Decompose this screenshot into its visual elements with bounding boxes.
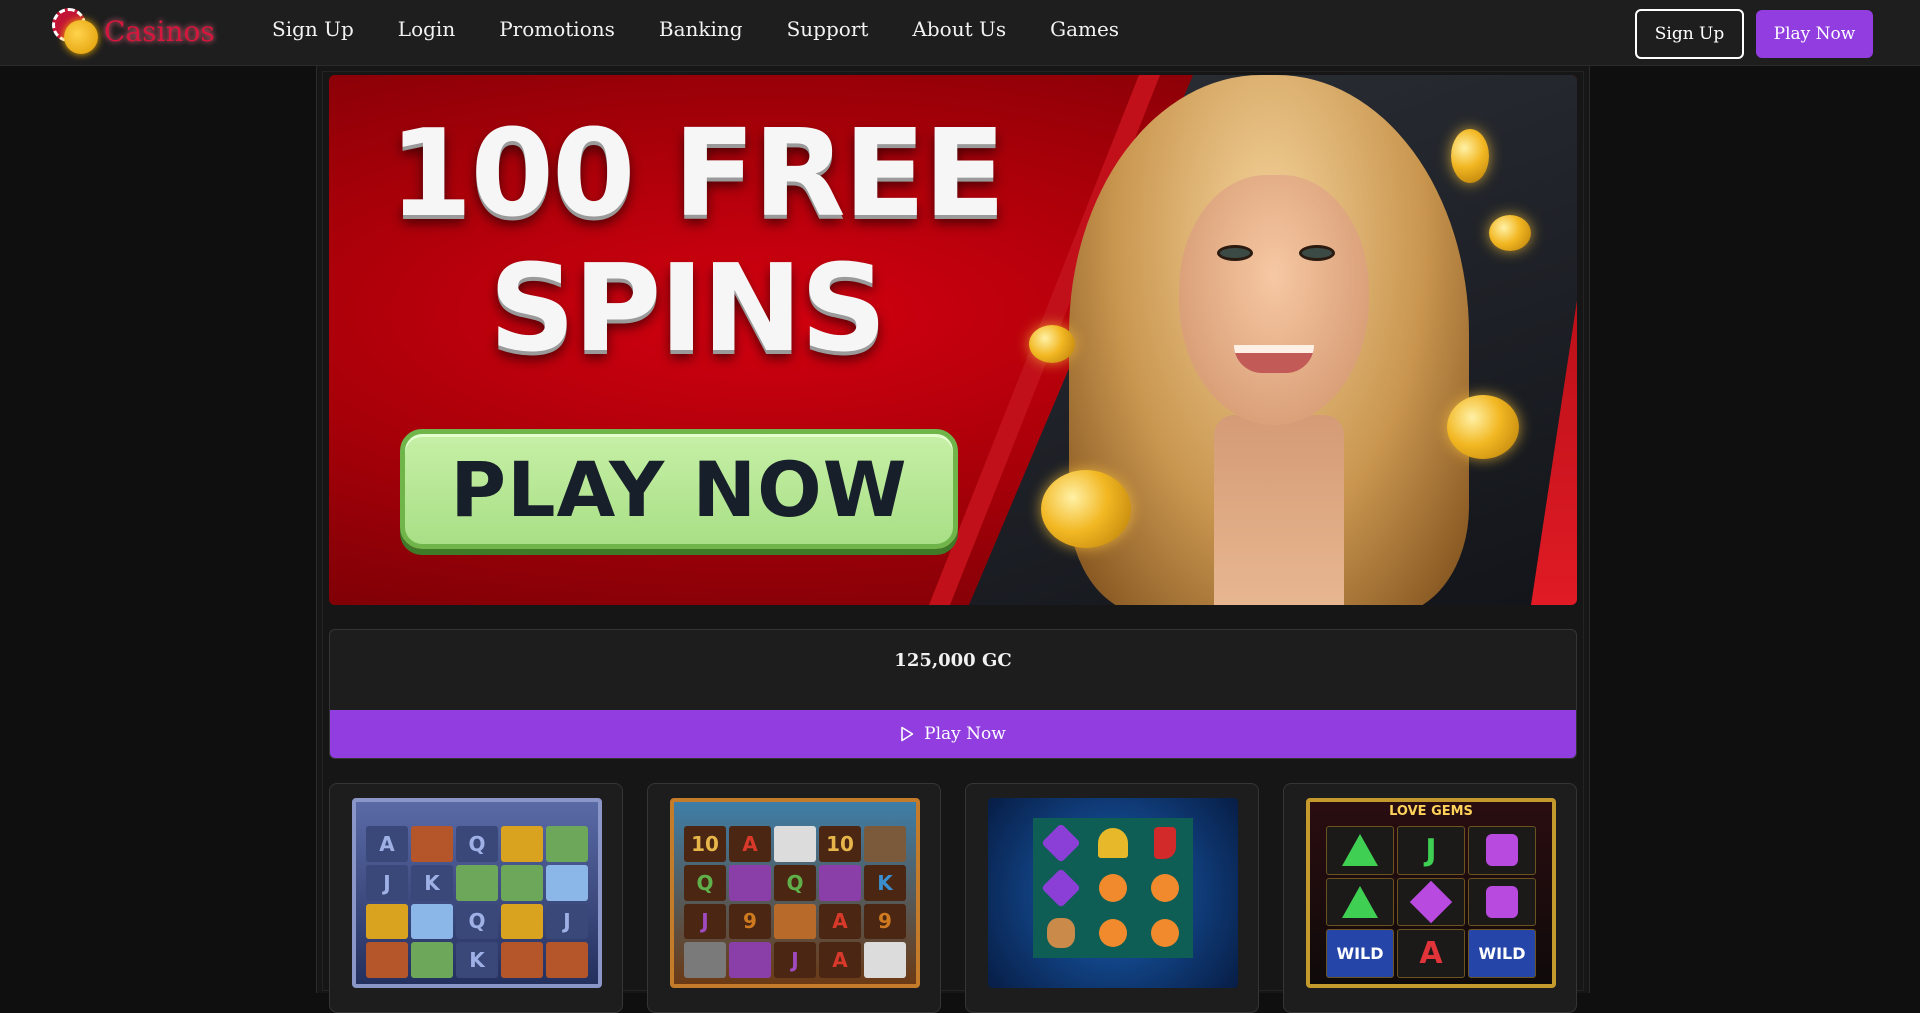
game-thumbnail-slot-2[interactable]: 10 A 10 Q Q K J 9 A 9 J A xyxy=(670,798,920,988)
header-play-now-button[interactable]: Play Now xyxy=(1756,10,1873,58)
reel-grid: 10 A 10 Q Q K J 9 A 9 J A xyxy=(684,826,906,978)
reel-grid: J WILD A WILD xyxy=(1326,826,1536,978)
play-icon xyxy=(901,726,914,742)
banner-headline-line1: 100 FREE xyxy=(389,105,1006,244)
casino-chip-icon xyxy=(50,6,100,56)
gold-coin-balance: 125,000 GC xyxy=(894,650,1012,671)
banner-headline-line2: SPINS xyxy=(489,240,887,379)
game-grid: A Q J K Q J K 10 A 10 Q Q K J 9 A 9 J A … xyxy=(329,783,1577,1013)
banner-cta-label: PLAY NOW xyxy=(450,444,908,534)
balance-play-now-button[interactable]: Play Now xyxy=(330,710,1576,758)
nav-sign-up[interactable]: Sign Up xyxy=(272,14,354,44)
nav-support[interactable]: Support xyxy=(787,14,869,44)
reel-grid xyxy=(1033,818,1193,958)
gold-coin-icon xyxy=(1447,395,1519,459)
game-card[interactable] xyxy=(965,783,1259,1013)
nav-banking[interactable]: Banking xyxy=(659,14,743,44)
game-thumbnail-slot-1[interactable]: A Q J K Q J K xyxy=(352,798,602,988)
game-card[interactable]: LOVE GEMS J WILD A WILD xyxy=(1283,783,1577,1013)
header-sign-up-button[interactable]: Sign Up xyxy=(1635,9,1744,59)
gold-coin-icon xyxy=(1029,325,1075,363)
top-navbar: Casinos Sign Up Login Promotions Banking… xyxy=(0,0,1920,66)
nav-login[interactable]: Login xyxy=(398,14,455,44)
game-thumbnail-love-gems[interactable]: LOVE GEMS J WILD A WILD xyxy=(1306,798,1556,988)
main-nav: Sign Up Login Promotions Banking Support… xyxy=(272,14,1163,44)
brand-logo[interactable]: Casinos xyxy=(50,6,215,56)
game-title: LOVE GEMS xyxy=(1389,804,1473,819)
gold-coin-icon xyxy=(1041,470,1131,548)
gold-coin-icon xyxy=(1489,215,1531,251)
balance-card: 125,000 GC Play Now xyxy=(329,629,1577,759)
nav-games[interactable]: Games xyxy=(1050,14,1119,44)
nav-about-us[interactable]: About Us xyxy=(912,14,1006,44)
brand-name: Casinos xyxy=(104,14,215,48)
promo-banner[interactable]: 100 FREE SPINS PLAY NOW xyxy=(329,75,1577,605)
nav-promotions[interactable]: Promotions xyxy=(499,14,615,44)
balance-play-label: Play Now xyxy=(924,724,1006,744)
game-card[interactable]: 10 A 10 Q Q K J 9 A 9 J A xyxy=(647,783,941,1013)
gold-coin-icon xyxy=(1451,129,1489,183)
reel-grid: A Q J K Q J K xyxy=(366,826,588,978)
game-thumbnail-slot-3[interactable] xyxy=(988,798,1238,988)
banner-play-now-button[interactable]: PLAY NOW xyxy=(400,429,958,549)
game-card[interactable]: A Q J K Q J K xyxy=(329,783,623,1013)
